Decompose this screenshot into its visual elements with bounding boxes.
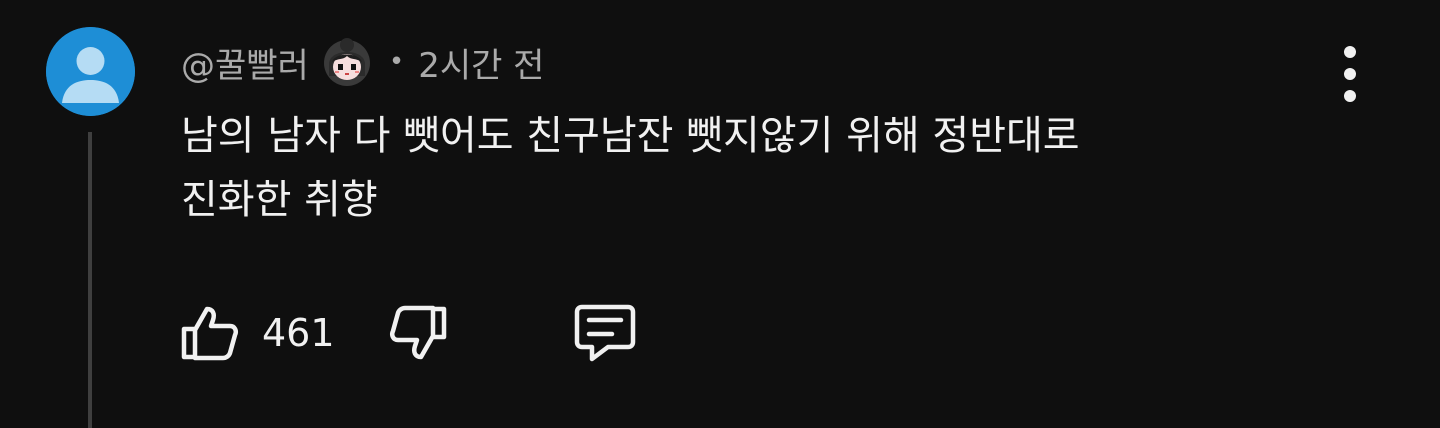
comment-text: 남의 남자 다 뺏어도 친구남잔 뺏지않기 위해 정반대로 진화한 취향 [181,113,1080,223]
member-badge-icon [321,36,373,88]
thread-line [88,132,92,428]
reply-comment-icon [574,304,636,362]
thumbs-up-icon [181,306,239,361]
reply-button[interactable] [572,301,638,365]
more-dot [1344,68,1356,80]
like-button[interactable]: 461 [180,303,346,363]
like-count: 461 [262,311,335,355]
separator-dot: • [388,47,405,77]
comment-header: @꿀빨러 • 2시간 전 [181,34,544,90]
comment-thread: @꿀빨러 • 2시간 전 남의 남자 다 뺏어도 친구남잔 뺏지않기 위해 정반… [0,0,1440,428]
comment-actions: 461 [180,300,638,366]
more-dot [1344,46,1356,58]
default-user-icon [46,27,135,116]
more-dot [1344,90,1356,102]
dislike-button[interactable] [388,303,448,363]
more-vert-icon[interactable] [1330,46,1370,102]
author-name[interactable]: @꿀빨러 [181,38,309,87]
thumbs-down-icon [389,305,447,360]
timestamp[interactable]: 2시간 전 [418,38,544,87]
avatar[interactable] [46,27,135,116]
